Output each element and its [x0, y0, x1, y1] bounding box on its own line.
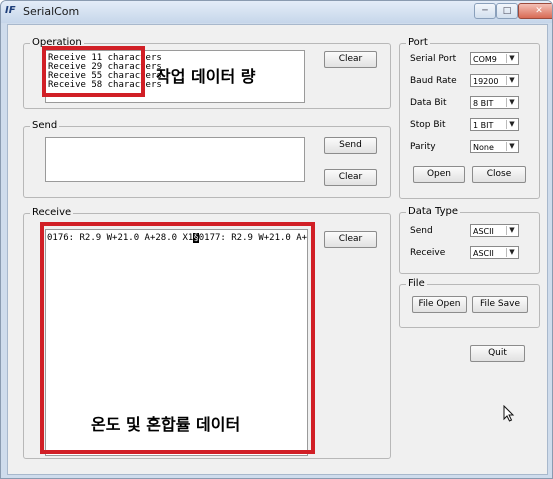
data-bit-value: 8 BIT: [473, 99, 494, 108]
receive-group-label: Receive: [30, 207, 74, 218]
data-type-group: Data Type Send ASCII ▼ Receive ASCII ▼: [399, 206, 540, 274]
maximize-button[interactable]: □: [496, 3, 518, 19]
baud-rate-select[interactable]: 19200 ▼: [470, 74, 519, 87]
title-bar: IF SerialCom ─ □ ✕: [1, 1, 552, 23]
port-group-label: Port: [406, 37, 430, 48]
receive-type-label: Receive: [410, 248, 446, 258]
data-bit-select[interactable]: 8 BIT ▼: [470, 96, 519, 109]
baud-rate-value: 19200: [473, 77, 499, 86]
send-group-label: Send: [30, 120, 60, 131]
data-type-group-label: Data Type: [406, 206, 461, 217]
port-open-button[interactable]: Open: [413, 166, 465, 183]
close-button[interactable]: ✕: [518, 3, 552, 19]
chevron-down-icon: ▼: [506, 248, 517, 257]
chevron-down-icon: ▼: [506, 226, 517, 235]
send-type-value: ASCII: [473, 227, 494, 236]
serialcom-window: IF SerialCom ─ □ ✕ Operation Receive 11 …: [0, 0, 553, 479]
operation-highlight-box: [42, 46, 145, 97]
file-group-label: File: [406, 278, 427, 289]
chevron-down-icon: ▼: [506, 54, 517, 63]
baud-rate-label: Baud Rate: [410, 76, 457, 86]
serial-port-value: COM9: [473, 55, 497, 64]
receive-type-select[interactable]: ASCII ▼: [470, 246, 519, 259]
chevron-down-icon: ▼: [506, 142, 517, 151]
app-icon: IF: [5, 5, 16, 16]
client-area: Operation Receive 11 characters Receive …: [7, 24, 548, 475]
receive-clear-button[interactable]: Clear: [324, 231, 377, 248]
minimize-button[interactable]: ─: [474, 3, 496, 19]
parity-value: None: [473, 143, 494, 152]
send-input[interactable]: [45, 137, 305, 182]
serial-port-label: Serial Port: [410, 54, 457, 64]
port-group: Port Serial Port COM9 ▼ Baud Rate 19200 ▼ …: [399, 37, 540, 199]
data-bit-label: Data Bit: [410, 98, 447, 108]
chevron-down-icon: ▼: [506, 76, 517, 85]
send-button[interactable]: Send: [324, 137, 377, 154]
receive-annotation: 온도 및 혼합률 데이터: [91, 415, 241, 434]
parity-label: Parity: [410, 142, 436, 152]
receive-type-value: ASCII: [473, 249, 494, 258]
file-open-button[interactable]: File Open: [412, 296, 467, 313]
quit-button[interactable]: Quit: [470, 345, 525, 362]
operation-clear-button[interactable]: Clear: [324, 51, 377, 68]
stop-bit-select[interactable]: 1 BIT ▼: [470, 118, 519, 131]
stop-bit-label: Stop Bit: [410, 120, 446, 130]
operation-annotation: 작업 데이터 량: [156, 67, 256, 86]
file-group: File File Open File Save: [399, 278, 540, 328]
port-close-button[interactable]: Close: [472, 166, 526, 183]
serial-port-select[interactable]: COM9 ▼: [470, 52, 519, 65]
send-type-select[interactable]: ASCII ▼: [470, 224, 519, 237]
send-clear-button[interactable]: Clear: [324, 169, 377, 186]
send-type-label: Send: [410, 226, 433, 236]
file-save-button[interactable]: File Save: [472, 296, 528, 313]
parity-select[interactable]: None ▼: [470, 140, 519, 153]
chevron-down-icon: ▼: [506, 120, 517, 129]
mouse-pointer-icon: [503, 404, 515, 427]
send-group: Send Send Clear: [23, 120, 391, 198]
stop-bit-value: 1 BIT: [473, 121, 494, 130]
chevron-down-icon: ▼: [506, 98, 517, 107]
window-title: SerialCom: [23, 5, 80, 18]
